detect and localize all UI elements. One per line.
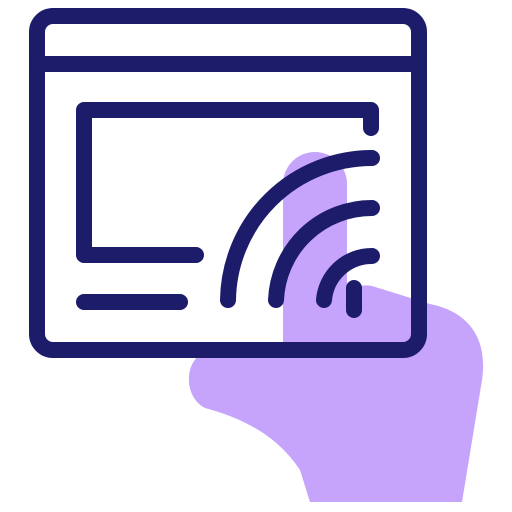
icon-canvas [0, 0, 512, 512]
palm-shape [188, 285, 484, 502]
browser-window-cast-tap-icon [29, 8, 484, 502]
hand-icon [188, 152, 484, 502]
